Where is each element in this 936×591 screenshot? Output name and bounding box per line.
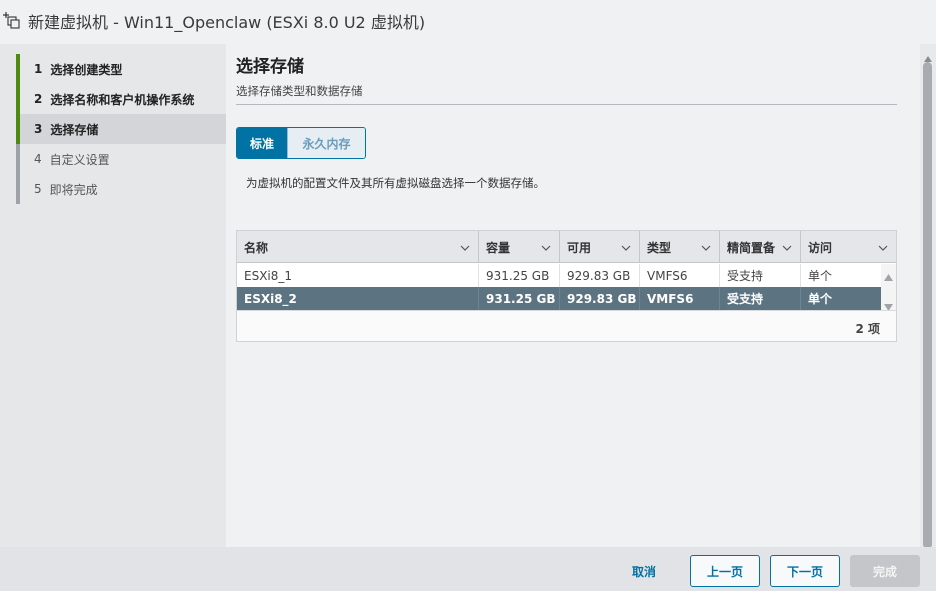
finish-button[interactable]: 完成 <box>850 555 920 587</box>
dialog-title: 新建虚拟机 - Win11_Openclaw (ESXi 8.0 U2 虚拟机) <box>28 13 426 32</box>
cell-name: ESXi8_1 <box>237 264 479 287</box>
column-header-capacity[interactable]: 容量 <box>479 231 560 263</box>
scroll-down-icon[interactable] <box>883 297 894 311</box>
page-scrollbar[interactable] <box>920 44 936 549</box>
chevron-down-icon[interactable] <box>541 242 551 252</box>
column-header-type[interactable]: 类型 <box>640 231 720 263</box>
title-bar: 新建虚拟机 - Win11_Openclaw (ESXi 8.0 U2 虚拟机) <box>0 0 936 44</box>
chevron-down-icon[interactable] <box>460 242 470 252</box>
column-header-available[interactable]: 可用 <box>560 231 640 263</box>
step-label: 选择名称和客户机操作系统 <box>50 92 195 107</box>
step-number: 1 <box>34 62 43 76</box>
step-number: 4 <box>34 152 42 166</box>
cancel-button[interactable]: 取消 <box>612 555 676 587</box>
cell-thin-provisioning: 受支持 <box>720 287 801 310</box>
column-label: 精简置备 <box>727 240 776 255</box>
chevron-down-icon[interactable] <box>782 242 792 252</box>
column-label: 可用 <box>567 240 592 255</box>
grid-scrollbar[interactable] <box>881 264 896 311</box>
main-panel: 选择存储 选择存储类型和数据存储 标准 永久内存 为虚拟机的配置文件及其所有虚拟… <box>226 44 920 547</box>
cell-thin-provisioning: 受支持 <box>720 264 801 287</box>
wizard-steps: 1 选择创建类型 2 选择名称和客户机操作系统 3 选择存储 4 自定义设置 5… <box>0 44 226 547</box>
step-ready-to-complete: 5 即将完成 <box>16 174 226 204</box>
storage-hint: 为虚拟机的配置文件及其所有虚拟磁盘选择一个数据存储。 <box>246 176 545 190</box>
step-number: 3 <box>34 122 43 136</box>
new-vm-icon <box>0 9 22 31</box>
step-label: 即将完成 <box>49 182 98 197</box>
tab-standard[interactable]: 标准 <box>237 128 287 158</box>
cell-name: ESXi8_2 <box>237 287 479 310</box>
scroll-up-icon[interactable] <box>883 267 894 281</box>
scroll-up-icon[interactable] <box>923 48 933 62</box>
step-select-name-guest-os[interactable]: 2 选择名称和客户机操作系统 <box>16 84 226 114</box>
grid-footer: 2 项 <box>237 310 896 341</box>
next-button[interactable]: 下一页 <box>770 555 840 587</box>
step-label: 自定义设置 <box>49 152 110 167</box>
cell-available: 929.83 GB <box>560 264 640 287</box>
column-label: 容量 <box>486 240 511 255</box>
datastore-grid: 名称 容量 可用 类型 精简置备 访问 ESXi8_1 931.25 GB 92… <box>236 230 897 342</box>
step-label: 选择存储 <box>50 122 99 137</box>
chevron-down-icon[interactable] <box>701 242 711 252</box>
page-subtitle: 选择存储类型和数据存储 <box>236 84 363 98</box>
storage-type-toggle: 标准 永久内存 <box>236 127 366 159</box>
step-number: 2 <box>34 92 43 106</box>
step-number: 5 <box>34 182 42 196</box>
cell-capacity: 931.25 GB <box>479 287 560 310</box>
grid-header: 名称 容量 可用 类型 精简置备 访问 <box>237 231 896 263</box>
item-count: 2 项 <box>855 322 880 336</box>
dialog-footer: 取消 上一页 下一页 完成 <box>0 547 936 591</box>
page-title: 选择存储 <box>236 57 304 77</box>
cell-access: 单个 <box>808 269 833 283</box>
column-header-name[interactable]: 名称 <box>237 231 479 263</box>
table-row[interactable]: ESXi8_1 931.25 GB 929.83 GB VMFS6 受支持 单个 <box>237 264 881 287</box>
step-customize-settings: 4 自定义设置 <box>16 144 226 174</box>
divider <box>236 104 897 105</box>
chevron-down-icon[interactable] <box>878 242 888 252</box>
tab-persistent-memory[interactable]: 永久内存 <box>287 128 365 158</box>
column-header-thin-provisioning[interactable]: 精简置备 <box>720 231 801 263</box>
previous-button[interactable]: 上一页 <box>690 555 760 587</box>
column-label: 类型 <box>647 240 672 255</box>
cell-access: 单个 <box>808 292 833 306</box>
column-label: 访问 <box>808 240 833 255</box>
step-label: 选择创建类型 <box>50 62 123 77</box>
cell-available: 929.83 GB <box>560 287 640 310</box>
step-select-creation-type[interactable]: 1 选择创建类型 <box>16 54 226 84</box>
column-label: 名称 <box>244 240 269 255</box>
table-row-selected[interactable]: ESXi8_2 931.25 GB 929.83 GB VMFS6 受支持 单个 <box>237 287 881 310</box>
cell-type: VMFS6 <box>640 264 720 287</box>
cell-capacity: 931.25 GB <box>479 264 560 287</box>
cell-type: VMFS6 <box>640 287 720 310</box>
scrollbar-thumb[interactable] <box>923 62 932 549</box>
column-header-access[interactable]: 访问 <box>801 231 896 263</box>
step-select-storage[interactable]: 3 选择存储 <box>16 114 226 144</box>
chevron-down-icon[interactable] <box>621 242 631 252</box>
